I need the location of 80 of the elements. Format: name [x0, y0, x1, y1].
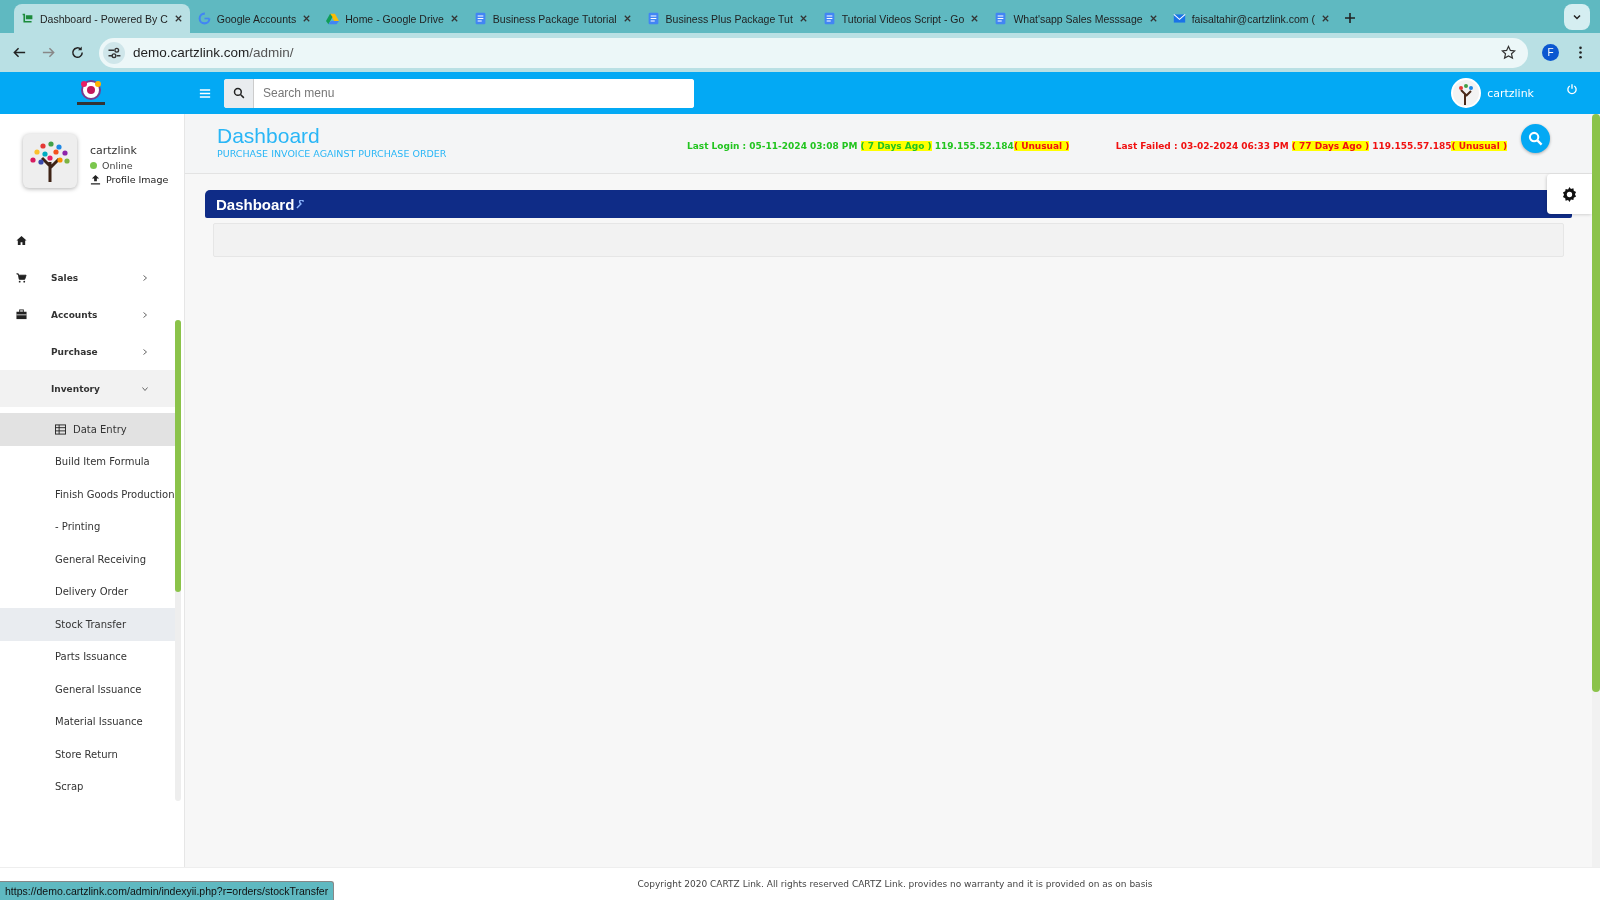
browser-tab[interactable]: What'sapp Sales Messsage: [987, 4, 1165, 33]
page-title: Dashboard: [217, 124, 321, 148]
wrench-icon[interactable]: [296, 199, 306, 209]
sidebar-subitem[interactable]: Finish Goods Production: [0, 478, 175, 511]
browser-tab[interactable]: faisaltahir@cartzlink.com (: [1165, 4, 1337, 33]
scrollbar-thumb[interactable]: [1592, 114, 1600, 692]
reload-icon[interactable]: [70, 45, 85, 60]
browser-tab[interactable]: Google Accounts: [190, 4, 319, 33]
search-icon: [1528, 131, 1543, 146]
close-icon[interactable]: [622, 14, 632, 23]
back-arrow-icon[interactable]: [12, 45, 27, 60]
search-field[interactable]: Search menu: [224, 78, 694, 108]
sidebar-item[interactable]: Accounts: [0, 296, 175, 333]
chevron-down-icon: [140, 384, 149, 393]
document-icon: [994, 12, 1008, 25]
document-icon: [473, 12, 487, 25]
search-icon[interactable]: [232, 87, 245, 99]
bookmark-star-icon[interactable]: [1501, 45, 1516, 60]
sidebar-item[interactable]: Sales: [0, 259, 175, 296]
sidebar-subitem[interactable]: Parts Issuance: [0, 640, 175, 673]
last-failed-info: Last Failed : 03-02-2024 06:33 PM ( 77 Days Ago ) 119.155.57.185( Unusual ): [1115, 141, 1507, 151]
sidebar-subitem[interactable]: Material Issuance: [0, 705, 175, 738]
profile-image-link[interactable]: Profile Image: [90, 174, 169, 185]
chevron-right-icon: [140, 347, 149, 356]
close-icon[interactable]: [302, 14, 312, 23]
sidebar-subitem[interactable]: General Receiving: [0, 543, 175, 576]
close-icon[interactable]: [449, 14, 459, 23]
close-icon[interactable]: [173, 14, 183, 23]
chevron-right-icon: [140, 310, 149, 319]
settings-button[interactable]: [1547, 174, 1592, 214]
chevron-down-icon: [1572, 12, 1582, 22]
upload-icon: [90, 174, 101, 185]
scrollbar-thumb[interactable]: [174, 320, 181, 592]
chevron-right-icon: [140, 273, 149, 282]
settings-icon: [1560, 184, 1579, 204]
user-name: cartzlink: [90, 144, 138, 157]
sidebar-subitem[interactable]: - Printing: [0, 510, 175, 543]
home-icon: [16, 235, 27, 246]
power-icon[interactable]: [1566, 83, 1578, 95]
table-icon: [55, 423, 66, 435]
search-button[interactable]: [1521, 124, 1550, 153]
browser-tab[interactable]: Tutorial Videos Script - Go: [815, 4, 987, 33]
browser-tab[interactable]: Dashboard - Powered By C: [14, 4, 190, 33]
browser-tab[interactable]: Business Package Tutorial: [466, 4, 639, 33]
browser-tab[interactable]: Home - Google Drive: [319, 4, 466, 33]
site-settings-icon[interactable]: [103, 41, 125, 64]
cart-icon: [21, 12, 34, 25]
browser-tab[interactable]: Business Plus Package Tut: [639, 4, 815, 33]
document-icon: [822, 12, 836, 25]
tree-avatar-image: [23, 134, 77, 188]
sidebar-item[interactable]: Purchase: [0, 333, 175, 370]
sidebar-subitem[interactable]: Store Return: [0, 738, 175, 771]
close-icon[interactable]: [970, 14, 980, 23]
sidebar-subitem[interactable]: Data Entry: [0, 413, 175, 446]
menu-icon[interactable]: [199, 87, 211, 99]
last-login-info: Last Login : 05-11-2024 03:08 PM ( 7 Days Ago ) 119.155.52.184( Unusual ): [687, 141, 1070, 151]
tree-avatar-icon[interactable]: [1451, 78, 1482, 108]
address-field[interactable]: demo.cartzlink.com/admin/: [99, 37, 1528, 68]
sidebar-item[interactable]: Inventory: [0, 370, 175, 407]
sidebar-subitem[interactable]: Scrap: [0, 770, 175, 803]
sidebar-subitem[interactable]: Stock Transfer: [0, 608, 175, 641]
cart-icon: [16, 272, 27, 283]
envelope-icon: [1172, 12, 1186, 25]
close-icon[interactable]: [798, 14, 808, 23]
google-g-icon: [197, 12, 211, 25]
sidebar-subitem[interactable]: General Issuance: [0, 673, 175, 706]
sidebar-subitem[interactable]: Build Item Formula: [0, 445, 175, 478]
document-icon: [646, 12, 660, 25]
sidebar-subitem[interactable]: Delivery Order: [0, 575, 175, 608]
profile-avatar[interactable]: F: [1542, 44, 1559, 61]
triangle-drive-icon: [326, 12, 340, 25]
copyright-text: Copyright 2020 CARTZ Link. All rights reserved CARTZ Link. provides no warranty and it is provided on as on basis: [637, 879, 1153, 889]
status-label: Online: [102, 160, 133, 171]
briefcase-icon: [16, 309, 27, 320]
page-subtitle: PURCHASE INVOICE AGAINST PURCHASE ORDER: [217, 148, 448, 159]
link-preview: https://demo.cartzlink.com/admin/indexyii.php?r=orders/stockTransfer: [0, 881, 335, 900]
close-icon[interactable]: [1320, 14, 1330, 23]
panel-title: Dashboard: [216, 195, 295, 213]
close-icon[interactable]: [1148, 14, 1158, 23]
plus-icon[interactable]: [1343, 12, 1356, 24]
